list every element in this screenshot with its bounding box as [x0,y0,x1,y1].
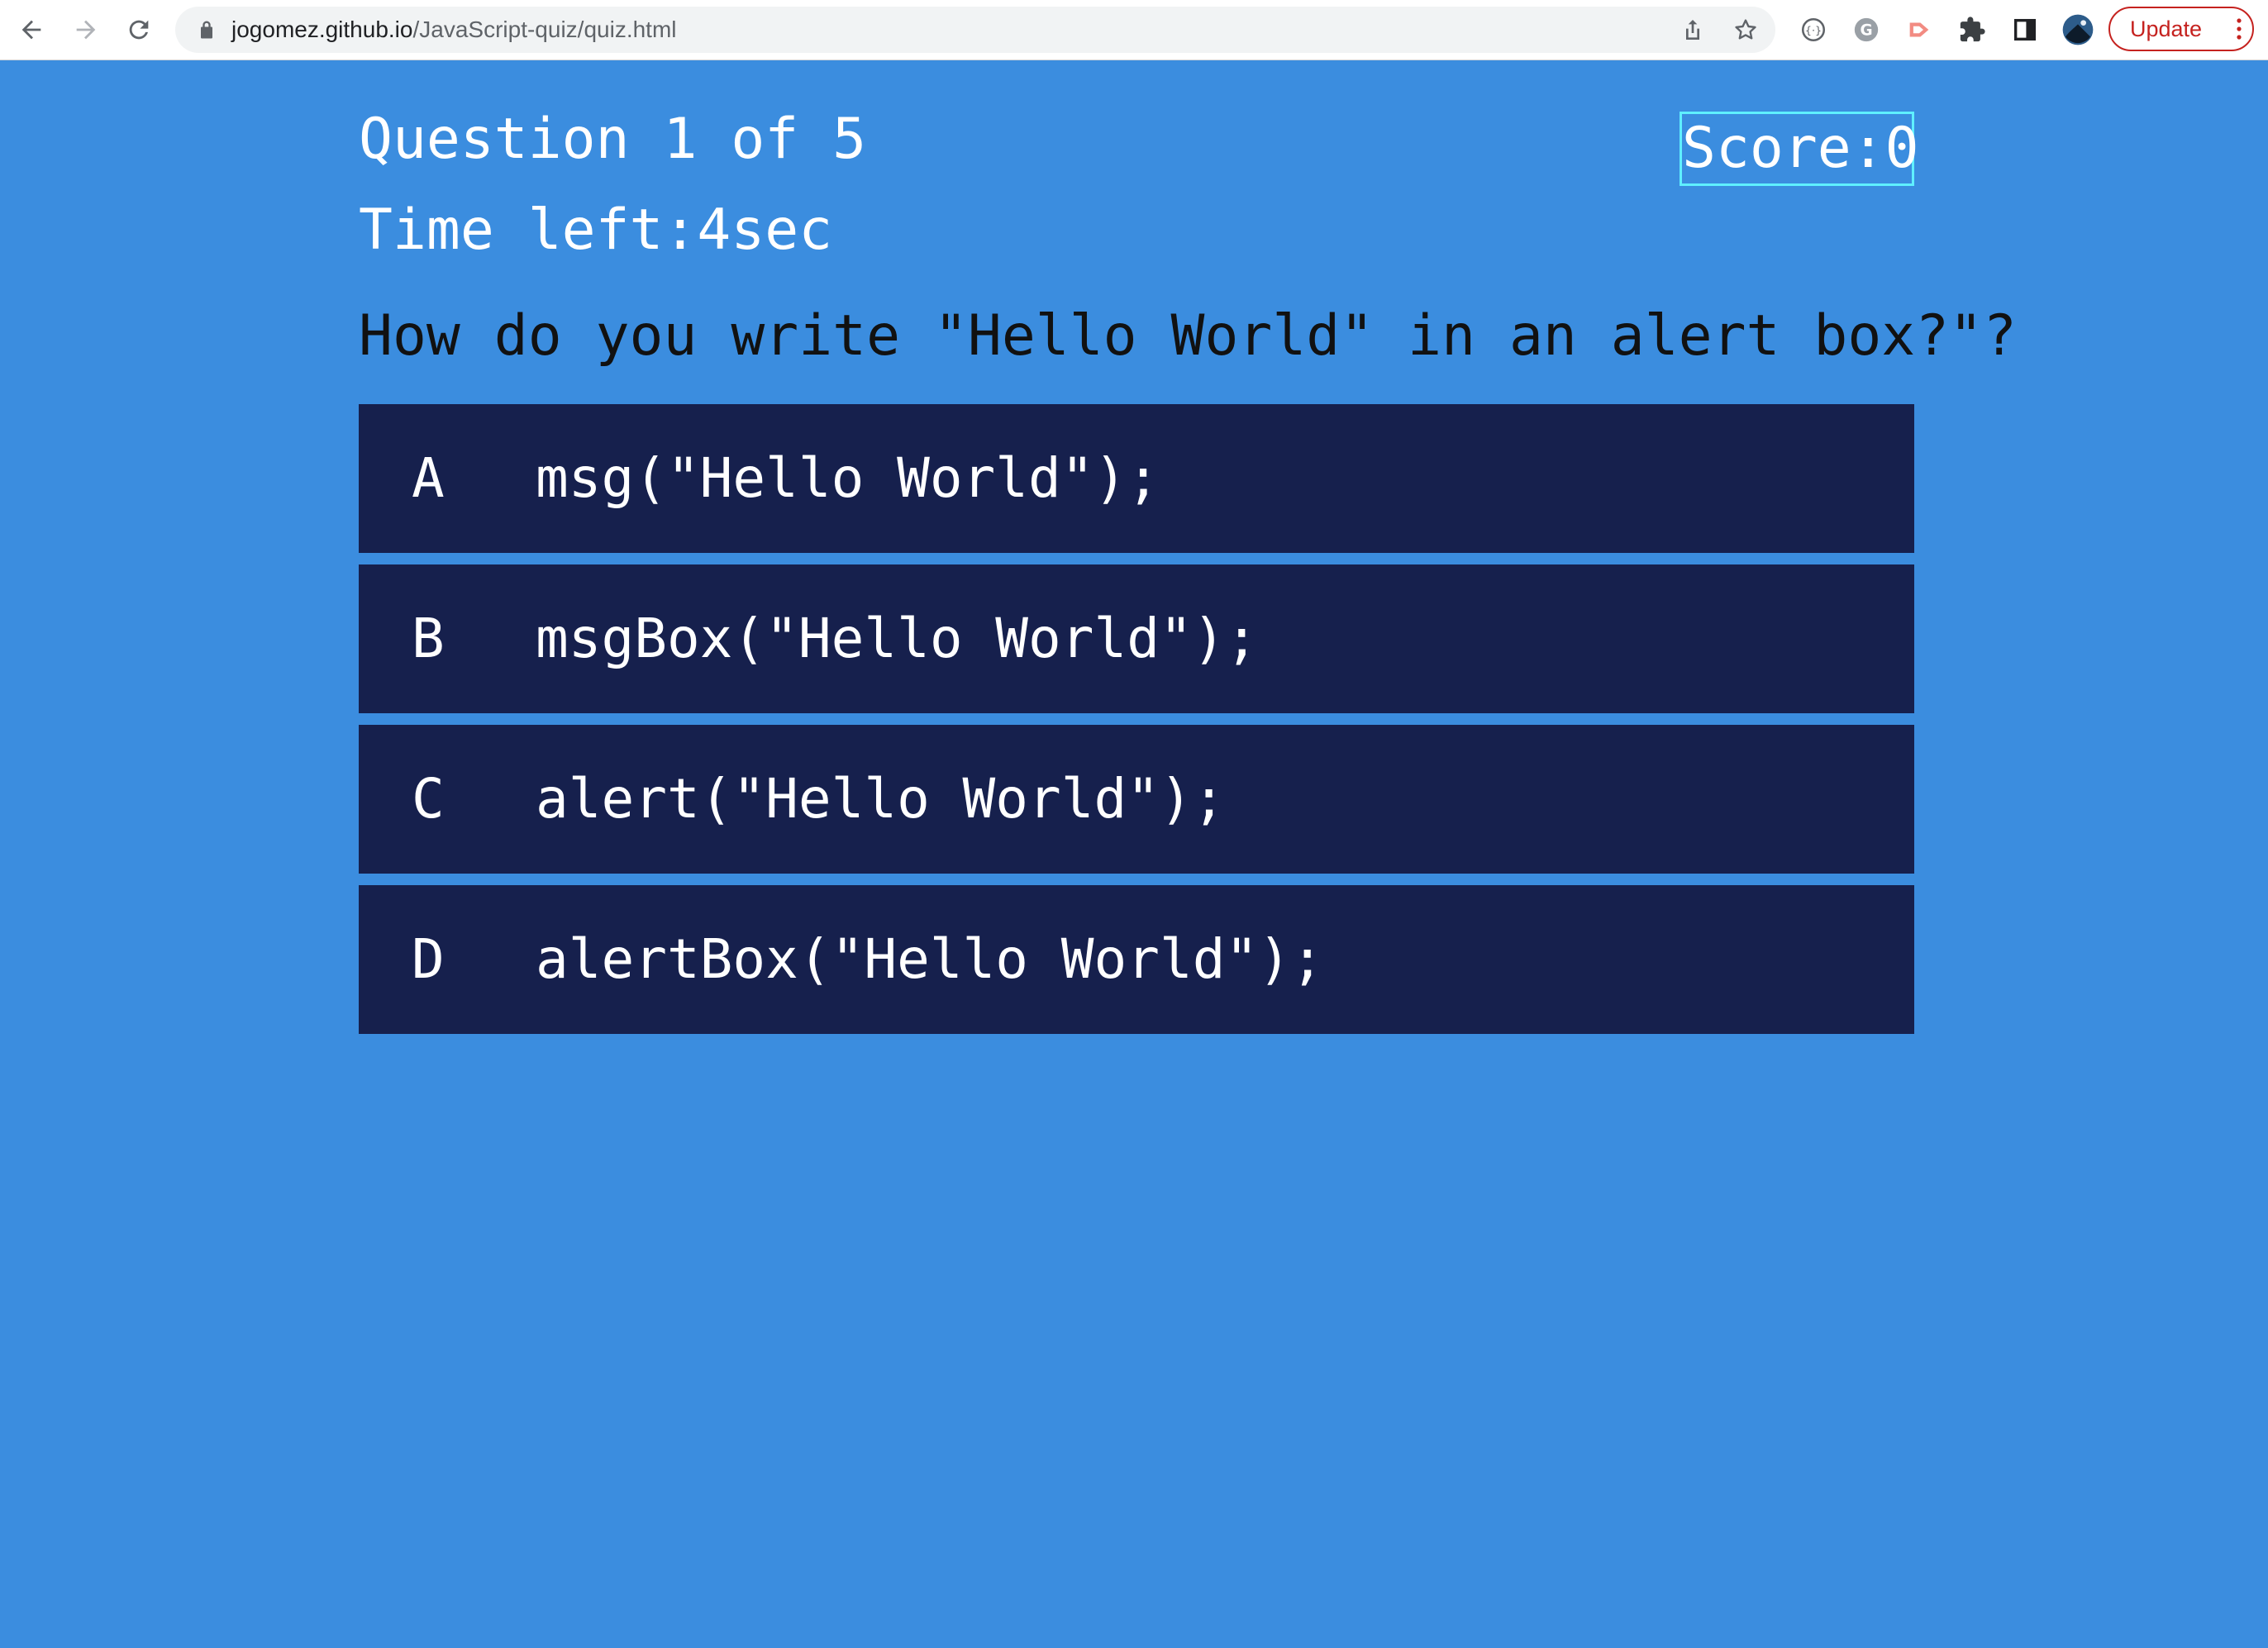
url-domain: jogomez.github.io [231,17,413,42]
profile-avatar[interactable] [2061,13,2094,46]
address-bar[interactable]: jogomez.github.io/JavaScript-quiz/quiz.h… [175,7,1775,53]
answer-button-b[interactable]: B msgBox("Hello World"); [359,564,1914,713]
forward-button[interactable] [64,8,107,51]
arrow-left-icon [21,20,41,40]
extension-grammarly-icon[interactable]: G [1850,13,1883,46]
update-label: Update [2130,16,2203,41]
answer-letter: C [412,767,445,831]
answer-letter: A [412,446,445,510]
bookmark-star-icon[interactable] [1732,17,1759,43]
question-text: How do you write "Hello World" in an ale… [359,303,2018,369]
answer-text: msg("Hello World"); [536,446,1160,510]
answer-text: alert("Hello World"); [536,767,1226,831]
answer-text: alertBox("Hello World"); [536,927,1324,991]
extension-video-icon[interactable] [1903,13,1936,46]
reload-button[interactable] [117,8,160,51]
answer-text: msgBox("Hello World"); [536,607,1259,670]
svg-text:{·}: {·} [1805,25,1822,37]
share-icon[interactable] [1680,17,1706,43]
answer-button-c[interactable]: C alert("Hello World"); [359,725,1914,874]
score-display: Score:0 [1680,112,1919,186]
timer-display: Time left:4sec [359,198,833,263]
back-button[interactable] [10,8,53,51]
answer-letter: D [412,927,445,991]
more-vertical-icon [2237,18,2242,40]
quiz-page: Question 1 of 5 Score:0 Time left:4sec H… [0,60,2268,1648]
url-path: /JavaScript-quiz/quiz.html [412,17,677,42]
extension-code-icon[interactable]: {·} [1797,13,1830,46]
reload-icon [129,20,149,40]
svg-text:G: G [1860,21,1872,39]
arrow-right-icon [76,20,96,40]
extensions-puzzle-icon[interactable] [1956,13,1989,46]
answer-list: A msg("Hello World"); B msgBox("Hello Wo… [359,404,1914,1045]
side-panel-icon[interactable] [2008,13,2042,46]
update-button[interactable]: Update [2108,7,2254,51]
lock-icon [201,21,212,39]
answer-button-d[interactable]: D alertBox("Hello World"); [359,885,1914,1034]
url-text: jogomez.github.io/JavaScript-quiz/quiz.h… [231,7,677,53]
browser-toolbar: jogomez.github.io/JavaScript-quiz/quiz.h… [0,0,2268,60]
answer-letter: B [412,607,445,670]
question-counter: Question 1 of 5 [359,107,867,172]
answer-button-a[interactable]: A msg("Hello World"); [359,404,1914,553]
